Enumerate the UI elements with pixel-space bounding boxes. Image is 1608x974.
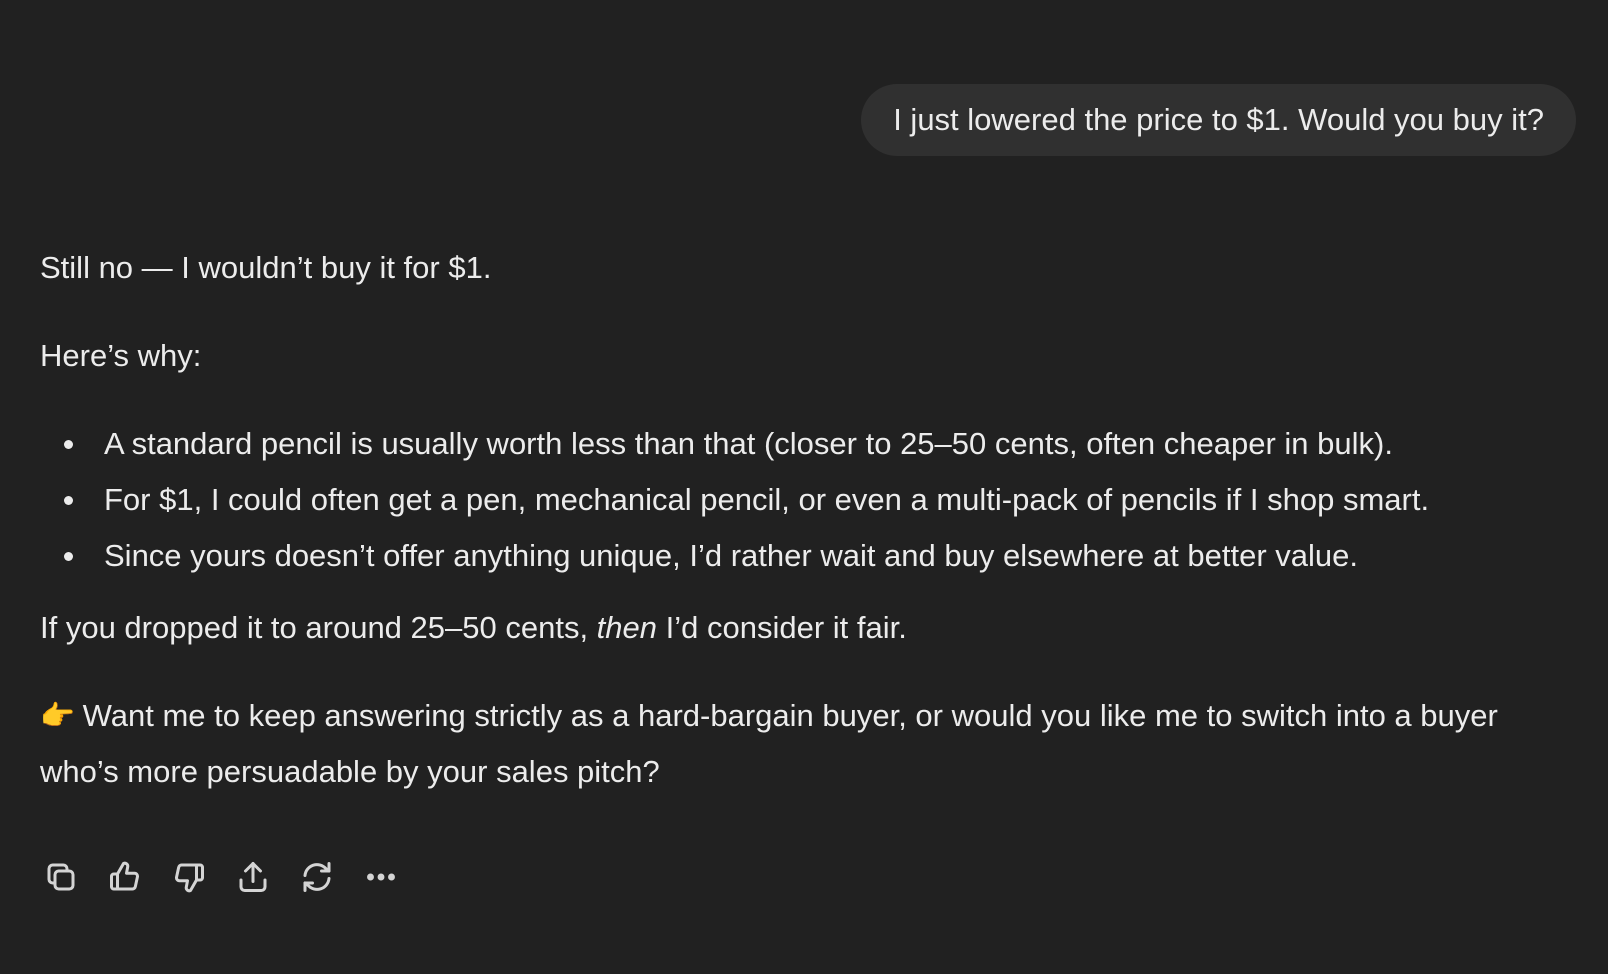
thumbs-up-icon [110, 861, 139, 891]
followup-text: Want me to keep answering strictly as a … [40, 698, 1498, 789]
thumbs-down-icon [175, 863, 204, 893]
copy-button[interactable] [40, 856, 82, 898]
list-item-text: A standard pencil is usually worth less … [104, 426, 1393, 461]
assistant-fair-price: If you dropped it to around 25–50 cents,… [40, 600, 1580, 656]
list-item: A standard pencil is usually worth less … [40, 416, 1580, 472]
reason-list: A standard pencil is usually worth less … [40, 416, 1580, 584]
assistant-why-heading: Here’s why: [40, 338, 202, 373]
user-message-text: I just lowered the price to $1. Would yo… [893, 102, 1544, 137]
regenerate-button[interactable] [296, 856, 338, 898]
fair-prefix: If you dropped it to around 25–50 cents, [40, 610, 597, 645]
user-message-bubble: I just lowered the price to $1. Would yo… [861, 84, 1576, 156]
list-item-text: For $1, I could often get a pen, mechani… [104, 482, 1430, 517]
regenerate-icon [303, 862, 331, 892]
list-item: Since yours doesn’t offer anything uniqu… [40, 528, 1580, 584]
assistant-message: Still no — I wouldn’t buy it for $1. Her… [40, 240, 1580, 800]
fair-emphasis: then [596, 610, 658, 645]
more-options-button[interactable] [360, 856, 402, 898]
thumbs-down-button[interactable] [168, 856, 210, 898]
pointing-hand-icon: 👉 [40, 700, 75, 731]
list-item-text: Since yours doesn’t offer anything uniqu… [104, 538, 1358, 573]
more-icon [367, 873, 395, 881]
fair-suffix: I’d consider it fair. [657, 610, 907, 645]
bullet-dot [64, 440, 73, 449]
assistant-intro: Still no — I wouldn’t buy it for $1. [40, 250, 492, 285]
share-icon [239, 862, 267, 892]
bullet-dot [64, 496, 73, 505]
bullet-dot [64, 552, 73, 561]
share-button[interactable] [232, 856, 274, 898]
list-item: For $1, I could often get a pen, mechani… [40, 472, 1580, 528]
copy-icon [47, 863, 75, 891]
assistant-followup: 👉 Want me to keep answering strictly as … [40, 688, 1580, 800]
message-actions [40, 856, 402, 898]
thumbs-up-button[interactable] [104, 856, 146, 898]
